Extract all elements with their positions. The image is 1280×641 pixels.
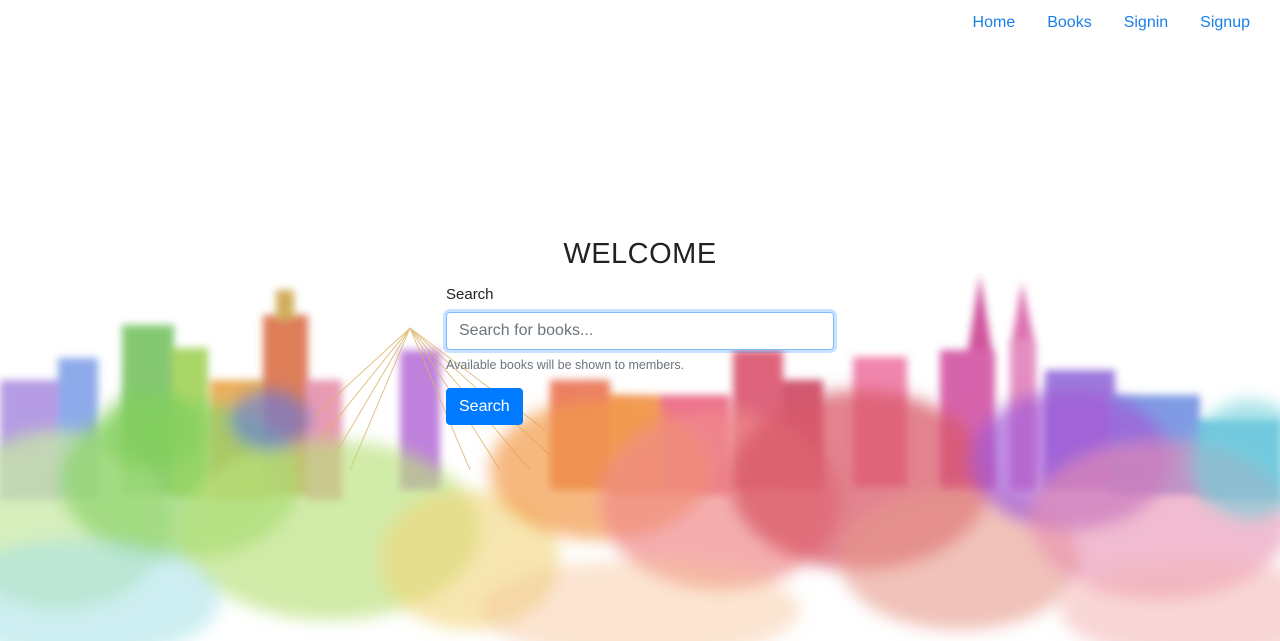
page-title: WELCOME [563, 238, 717, 270]
nav-home-link[interactable]: Home [957, 12, 1032, 34]
nav-signup-link[interactable]: Signup [1184, 12, 1266, 34]
nav-books-link[interactable]: Books [1031, 12, 1107, 34]
top-nav: Home Books Signin Signup [957, 12, 1266, 34]
search-help-text: Available books will be shown to members… [446, 358, 685, 372]
watercolor-wash [0, 390, 1280, 641]
page: Home Books Signin Signup WELCOME Search … [0, 0, 1280, 641]
search-input[interactable] [446, 312, 834, 350]
search-button[interactable]: Search [446, 388, 523, 425]
search-label: Search [446, 286, 494, 303]
nav-signin-link[interactable]: Signin [1108, 12, 1184, 34]
search-panel: WELCOME Search Available books will be s… [446, 238, 834, 425]
